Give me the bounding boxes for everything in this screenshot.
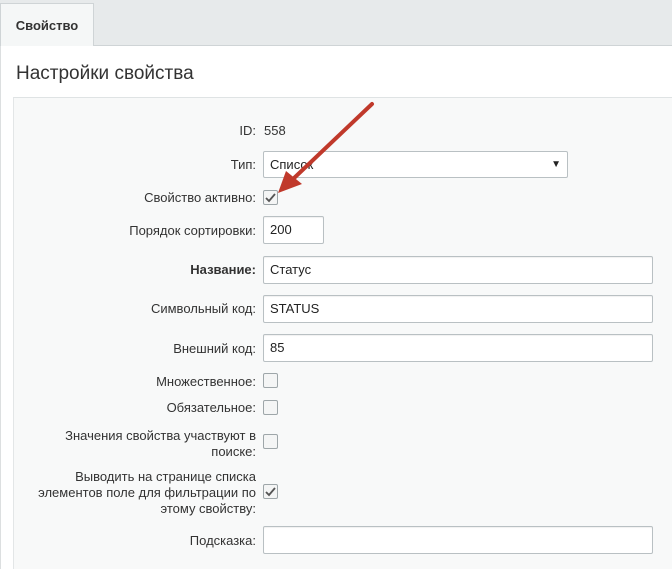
searchable-label-line2: поиске: [211,444,256,459]
code-input[interactable]: STATUS [263,295,653,323]
sort-input[interactable]: 200 [263,216,324,244]
multiple-label: Множественное: [156,374,256,389]
filtrable-label-line3: этому свойству: [160,501,256,516]
xml-id-label: Внешний код: [173,341,256,356]
searchable-label-line1: Значения свойства участвуют в [65,428,256,443]
dropdown-arrow-icon: ▼ [551,159,561,170]
required-label: Обязательное: [166,400,256,415]
multiple-checkbox[interactable] [263,373,278,388]
hint-input[interactable] [263,526,653,554]
type-label: Тип: [230,157,256,172]
panel-title: Настройки свойства [16,63,194,84]
sort-label: Порядок сортировки: [129,223,256,238]
active-checkbox[interactable] [263,190,278,205]
searchable-label: Значения свойства участвуют в поиске: [10,428,256,460]
tab-bar: Свойство [0,0,672,47]
xml-id-input[interactable]: 85 [263,334,653,362]
type-select-value: Список [270,157,314,172]
searchable-checkbox[interactable] [263,434,278,449]
type-select[interactable]: Список ▼ [263,151,568,178]
id-label: ID: [239,123,256,138]
hint-label: Подсказка: [189,533,256,548]
id-value: 558 [264,123,286,138]
required-checkbox[interactable] [263,400,278,415]
active-label: Свойство активно: [144,190,256,205]
code-label: Символьный код: [150,301,256,316]
name-input[interactable]: Статус [263,256,653,284]
checkmark-icon [265,486,276,496]
filtrable-label-line2: элементов поле для фильтрации по [38,485,256,500]
tab-property[interactable]: Свойство [0,3,94,47]
tab-property-label: Свойство [15,18,79,33]
name-label: Название: [190,262,256,277]
filtrable-label-line1: Выводить на странице списка [75,469,256,484]
checkmark-icon [265,192,276,202]
filtrable-checkbox[interactable] [263,484,278,499]
filtrable-label: Выводить на странице списка элементов по… [10,469,256,517]
